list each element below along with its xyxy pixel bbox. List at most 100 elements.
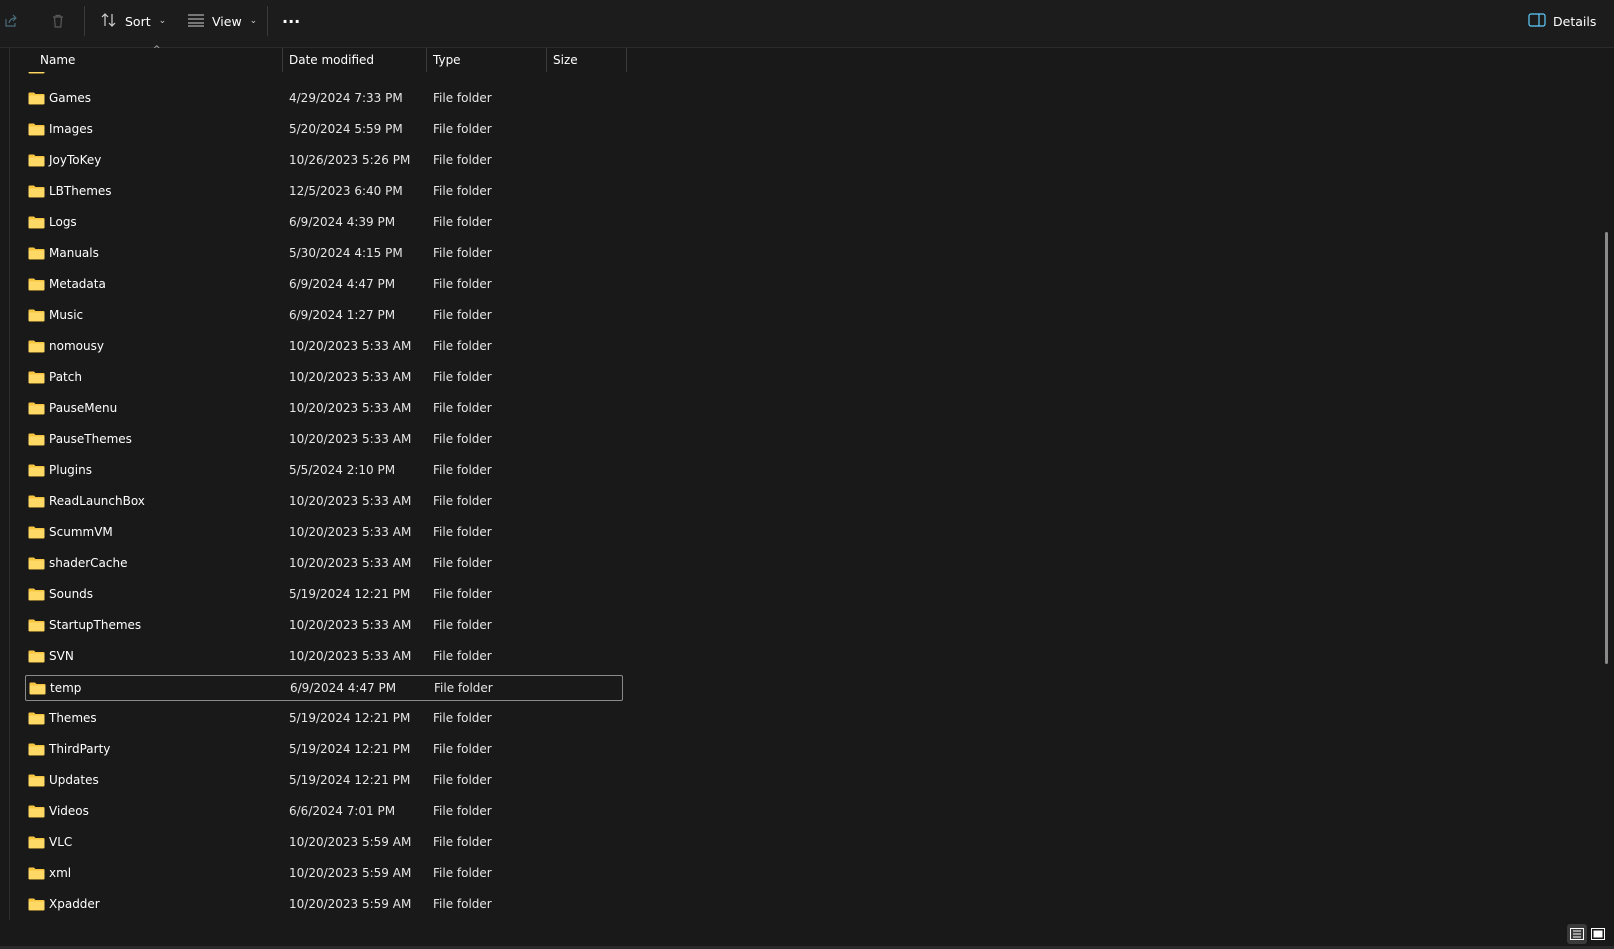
file-date-modified: 10/20/2023 5:33 AM	[289, 618, 412, 632]
list-item[interactable]: PauseThemes 10/20/2023 5:33 AM File fold…	[25, 427, 623, 453]
file-date-modified: 5/19/2024 12:21 PM	[289, 587, 411, 601]
folder-icon	[28, 215, 45, 229]
delete-icon[interactable]	[47, 10, 69, 32]
folder-icon	[28, 742, 45, 756]
column-divider[interactable]	[546, 48, 547, 72]
folder-icon	[28, 463, 45, 477]
sort-icon	[100, 12, 118, 31]
column-header-date[interactable]: Date modified	[289, 48, 424, 72]
list-item[interactable]: VLC 10/20/2023 5:59 AM File folder	[25, 830, 623, 856]
list-item[interactable]: Images 5/20/2024 5:59 PM File folder	[25, 117, 623, 143]
column-header-type[interactable]: Type	[433, 48, 543, 72]
file-type: File folder	[433, 215, 492, 229]
list-item[interactable]: StartupThemes 10/20/2023 5:33 AM File fo…	[25, 613, 623, 639]
folder-icon	[28, 773, 45, 787]
file-type: File folder	[433, 463, 492, 477]
folder-icon	[28, 711, 45, 725]
list-item[interactable]: SVN 10/20/2023 5:33 AM File folder	[25, 644, 623, 670]
file-type: File folder	[433, 494, 492, 508]
details-pane-icon	[1528, 12, 1546, 30]
list-item[interactable]: Plugins 5/5/2024 2:10 PM File folder	[25, 458, 623, 484]
scrollbar-thumb[interactable]	[1605, 232, 1608, 664]
folder-icon	[28, 401, 45, 415]
file-type: File folder	[433, 742, 492, 756]
list-item[interactable]: JoyToKey 10/26/2023 5:26 PM File folder	[25, 148, 623, 174]
folder-icon	[28, 246, 45, 260]
details-view-toggle[interactable]	[1567, 924, 1587, 944]
file-date-modified: 5/19/2024 12:21 PM	[289, 742, 411, 756]
folder-icon	[28, 72, 45, 74]
list-item[interactable]: ThirdParty 5/19/2024 12:21 PM File folde…	[25, 737, 623, 763]
folder-icon	[28, 835, 45, 849]
details-view-icon	[1570, 928, 1584, 940]
more-options-button[interactable]: ···	[282, 8, 300, 34]
folder-icon	[28, 308, 45, 322]
list-item[interactable]: Updates 5/19/2024 12:21 PM File folder	[25, 768, 623, 794]
list-item[interactable]: shaderCache 10/20/2023 5:33 AM File fold…	[25, 551, 623, 577]
file-type: File folder	[433, 308, 492, 322]
file-type: File folder	[433, 835, 492, 849]
list-item[interactable]: Games 4/29/2024 7:33 PM File folder	[25, 86, 623, 112]
list-item[interactable]: LBThemes 12/5/2023 6:40 PM File folder	[25, 179, 623, 205]
file-date-modified: 10/20/2023 5:33 AM	[289, 556, 412, 570]
folder-icon	[28, 649, 45, 663]
folder-icon	[28, 897, 45, 911]
column-divider[interactable]	[282, 48, 283, 72]
file-date-modified: 10/20/2023 5:33 AM	[289, 525, 412, 539]
list-item[interactable]: Patch 10/20/2023 5:33 AM File folder	[25, 365, 623, 391]
file-list: Games 4/29/2024 7:33 PM File folder Imag…	[0, 72, 1600, 920]
file-type: File folder	[433, 370, 492, 384]
list-item[interactable]: nomousy 10/20/2023 5:33 AM File folder	[25, 334, 623, 360]
file-date-modified: 6/9/2024 4:47 PM	[290, 681, 397, 695]
list-item[interactable]: Themes 5/19/2024 12:21 PM File folder	[25, 706, 623, 732]
list-item[interactable]: Sounds 5/19/2024 12:21 PM File folder	[25, 582, 623, 608]
file-type: File folder	[433, 866, 492, 880]
share-icon[interactable]	[0, 10, 22, 32]
file-name: StartupThemes	[49, 618, 142, 632]
column-header-name[interactable]: Name	[40, 48, 280, 72]
list-item[interactable]: Videos 6/6/2024 7:01 PM File folder	[25, 799, 623, 825]
view-button[interactable]: View ⌄	[187, 8, 257, 34]
file-type: File folder	[433, 91, 492, 105]
list-item[interactable]: xml 10/20/2023 5:59 AM File folder	[25, 861, 623, 887]
column-header-size[interactable]: Size	[553, 48, 623, 72]
list-item[interactable]: Metadata 6/9/2024 4:47 PM File folder	[25, 272, 623, 298]
file-type: File folder	[433, 432, 492, 446]
file-name: Videos	[49, 804, 89, 818]
more-icon: ···	[282, 11, 301, 31]
list-item[interactable]: Logs 6/9/2024 4:39 PM File folder	[25, 210, 623, 236]
file-type: File folder	[433, 246, 492, 260]
column-divider[interactable]	[626, 48, 627, 72]
folder-icon	[28, 804, 45, 818]
file-date-modified: 10/20/2023 5:59 AM	[289, 897, 412, 911]
folder-icon	[28, 184, 45, 198]
folder-icon	[28, 153, 45, 167]
list-item[interactable]: Xpadder 10/20/2023 5:59 AM File folder	[25, 892, 623, 918]
list-item[interactable]: Music 6/9/2024 1:27 PM File folder	[25, 303, 623, 329]
file-date-modified: 10/20/2023 5:33 AM	[289, 649, 412, 663]
file-name: Manuals	[49, 246, 99, 260]
file-date-modified: 6/9/2024 4:47 PM	[289, 277, 396, 291]
list-item[interactable]: ScummVM 10/20/2023 5:33 AM File folder	[25, 520, 623, 546]
large-icons-view-toggle[interactable]	[1588, 924, 1608, 944]
command-bar: Sort ⌄ View ⌄ ··· Details	[0, 0, 1614, 48]
toolbar-separator	[84, 6, 85, 36]
list-item[interactable]: ReadLaunchBox 10/20/2023 5:33 AM File fo…	[25, 489, 623, 515]
file-type: File folder	[433, 587, 492, 601]
list-item-partial[interactable]	[25, 72, 623, 81]
details-pane-button[interactable]: Details	[1528, 8, 1596, 34]
column-divider[interactable]	[426, 48, 427, 72]
file-name: JoyToKey	[49, 153, 102, 167]
sort-button[interactable]: Sort ⌄	[100, 8, 166, 34]
list-item[interactable]: PauseMenu 10/20/2023 5:33 AM File folder	[25, 396, 623, 422]
file-date-modified: 5/30/2024 4:15 PM	[289, 246, 403, 260]
file-name: ThirdParty	[49, 742, 111, 756]
file-name: SVN	[49, 649, 74, 663]
file-name: PauseMenu	[49, 401, 118, 415]
file-type: File folder	[433, 649, 492, 663]
list-item[interactable]: temp 6/9/2024 4:47 PM File folder	[25, 675, 623, 701]
file-name: PauseThemes	[49, 432, 132, 446]
file-date-modified: 5/19/2024 12:21 PM	[289, 711, 411, 725]
file-date-modified: 6/6/2024 7:01 PM	[289, 804, 396, 818]
list-item[interactable]: Manuals 5/30/2024 4:15 PM File folder	[25, 241, 623, 267]
